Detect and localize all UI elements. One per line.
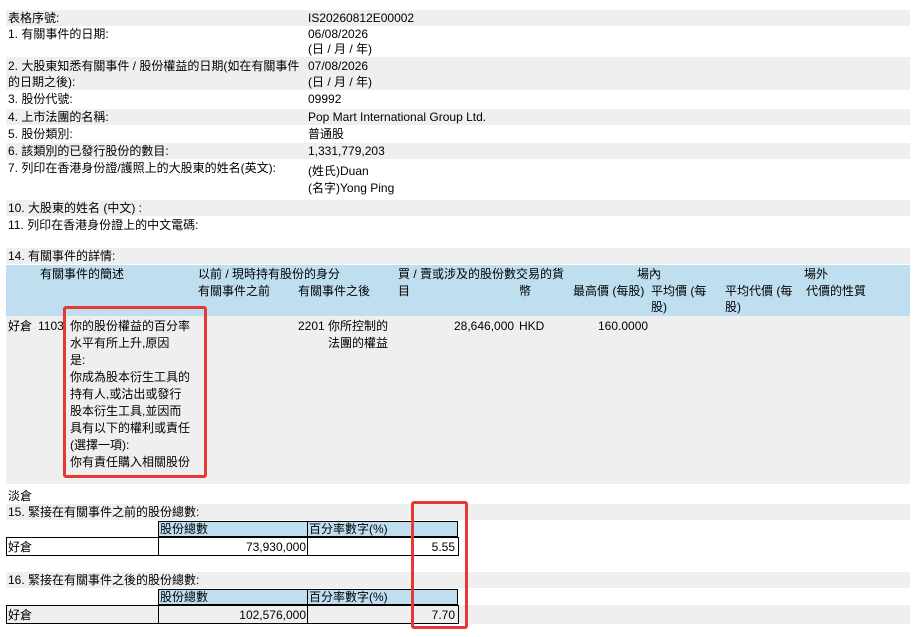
q15-header-total-text: 股份總數 (160, 522, 209, 536)
highlight-percentage-box (411, 501, 468, 629)
highlight-description-box (63, 306, 207, 478)
event-capacity-2: 法團的權益 (328, 336, 389, 350)
q5-value: 普通股 (308, 127, 345, 141)
q15-row-label: 好倉 (8, 540, 33, 554)
header-after: 有關事件之後 (298, 284, 371, 298)
header-on-exchange: 場內 (637, 267, 662, 281)
q16-divider (158, 605, 159, 624)
q1-format: (日 / 月 / 年) (308, 42, 372, 56)
q10-label: 10. 大股東的姓名 (中文) : (8, 201, 143, 215)
q16-label: 16. 緊接在有關事件之後的股份總數: (8, 573, 200, 587)
q16-row-label: 好倉 (8, 608, 33, 622)
q11-label: 11. 列印在香港身份證上的中文電碼: (8, 218, 199, 232)
q15-divider (307, 537, 308, 556)
event-position: 好倉 (8, 319, 33, 333)
q7-surname: (姓氏)Duan (308, 164, 369, 178)
serial-value: IS20260812E00002 (308, 11, 415, 25)
q1-label: 1. 有關事件的日期: (8, 27, 109, 41)
q15-divider (158, 537, 159, 556)
q16-header-total-text: 股份總數 (160, 590, 209, 604)
q16-header-pct-text: 百分率數字(%) (309, 590, 388, 604)
event-currency: HKD (519, 319, 545, 333)
header-consideration-nature: 代價的性質 (806, 284, 867, 298)
q4-label: 4. 上市法團的名稱: (8, 110, 109, 124)
event-highest-price: 160.0000 (598, 319, 649, 333)
q3-label: 3. 股份代號: (8, 92, 73, 106)
header-off-average-2: 股) (725, 300, 741, 314)
q2-value: 07/08/2026 (308, 59, 369, 73)
q6-value: 1,331,779,203 (308, 144, 385, 158)
event-capacity-1: 你所控制的 (328, 319, 389, 333)
q15-header-pct-text: 百分率數字(%) (309, 522, 388, 536)
event-code-after: 2201 (298, 319, 325, 333)
header-off-exchange: 場外 (804, 267, 829, 281)
row-serial (6, 10, 910, 26)
q1-value: 06/08/2026 (308, 27, 369, 41)
q4-value: Pop Mart International Group Ltd. (308, 110, 487, 124)
header-highest-price: 最高價 (每股) (573, 284, 645, 298)
q5-label: 5. 股份類別: (8, 127, 73, 141)
q16-total: 102,576,000 (239, 608, 306, 622)
q7-label: 7. 列印在香港身份證/護照上的大股東的姓名(英文): (8, 161, 277, 175)
header-before: 有關事件之前 (198, 284, 271, 298)
q3-value: 09992 (308, 92, 342, 106)
q15-label: 15. 緊接在有關事件之前的股份總數: (8, 505, 200, 519)
short-position-label: 淡倉 (8, 489, 33, 503)
header-description: 有關事件的簡述 (40, 267, 125, 281)
header-average-price: 平均價 (每 (651, 284, 707, 298)
q7-given-name: (名字)Yong Ping (308, 181, 395, 195)
header-shares-1: 買 / 賣或涉及的股份數交易的貨 (398, 267, 565, 281)
q2-format: (日 / 月 / 年) (308, 75, 372, 89)
header-average-price-2: 股) (651, 300, 667, 314)
q6-label: 6. 該類別的已發行股份的數目: (8, 144, 169, 158)
event-code-before: 1103 (38, 319, 64, 333)
q2-label-1: 2. 大股東知悉有關事件 / 股份權益的日期(如在有關事件 (8, 59, 300, 73)
header-capacity: 以前 / 現時持有股份的身分 (198, 267, 341, 281)
row-q14 (6, 248, 910, 264)
header-shares-2: 目 (398, 284, 411, 298)
serial-label: 表格序號: (8, 11, 60, 25)
header-off-average: 平均代價 (每 (725, 284, 793, 298)
q14-label: 14. 有關事件的詳情: (8, 249, 116, 263)
q15-total: 73,930,000 (245, 540, 306, 554)
q2-label-2: 的日期之後): (8, 75, 76, 89)
header-currency: 幣 (519, 284, 532, 298)
q16-divider (307, 605, 308, 624)
event-shares: 28,646,000 (454, 319, 515, 333)
